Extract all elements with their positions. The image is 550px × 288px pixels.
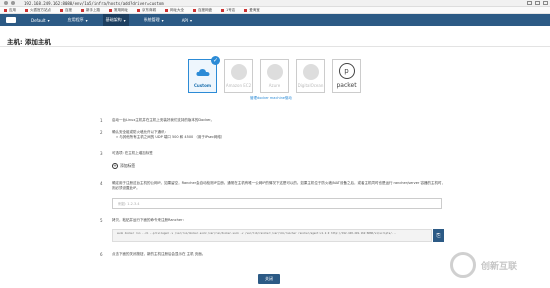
bookmark-item[interactable]: 新手上路 bbox=[81, 8, 100, 13]
forward-icon[interactable] bbox=[11, 1, 15, 5]
bookmark-favicon-icon bbox=[60, 8, 63, 12]
close-window-icon[interactable] bbox=[543, 1, 548, 5]
step-2: 2 确认安全组或防火墙允许以下通讯： » 与其他所有主机之间的 UDP 端口 5… bbox=[100, 130, 225, 139]
driver-digitalocean[interactable]: DigitalOcean bbox=[296, 59, 325, 93]
azure-icon bbox=[266, 64, 283, 80]
step-6: 6 点击下面的关闭按钮，新的主机注册后会显示在 主机 页面。 bbox=[100, 252, 206, 257]
bookmark-favicon-icon bbox=[81, 8, 84, 12]
nav-admin[interactable]: 系统管理 ▾ bbox=[141, 14, 167, 26]
digitalocean-icon bbox=[302, 64, 319, 80]
close-button[interactable]: 关闭 bbox=[258, 274, 280, 284]
bookmark-favicon-icon bbox=[165, 8, 168, 12]
bookmark-item[interactable]: 京东商城 bbox=[137, 8, 156, 13]
manage-drivers-link[interactable]: 管理docker machine驱动 bbox=[250, 96, 292, 101]
page-title: 主机: 添加主机 bbox=[7, 38, 51, 46]
step-3: 3 可选项: 在主机上增加标签 bbox=[100, 151, 153, 156]
bookmark-item[interactable]: 常用网址 bbox=[109, 8, 128, 13]
rancher-logo-icon[interactable] bbox=[6, 17, 16, 23]
driver-custom[interactable]: ✓ Custom bbox=[188, 56, 220, 93]
page-header: 主机: 添加主机 bbox=[0, 26, 550, 47]
watermark: 创新互联 bbox=[450, 252, 517, 278]
bookmark-favicon-icon bbox=[109, 8, 112, 12]
chevron-down-icon: ▾ bbox=[47, 17, 50, 23]
watermark-logo-icon bbox=[450, 252, 476, 278]
aws-icon bbox=[230, 64, 247, 80]
plus-icon: + bbox=[112, 163, 118, 169]
chevron-down-icon: ▾ bbox=[161, 17, 164, 23]
bookmark-favicon-icon bbox=[193, 8, 196, 12]
chevron-down-icon: ▾ bbox=[85, 17, 88, 23]
bookmark-item[interactable]: 百度网盘 bbox=[193, 8, 212, 13]
bookmark-favicon-icon bbox=[221, 8, 224, 12]
public-ip-input[interactable]: 例如: 1.2.3.4 bbox=[112, 198, 442, 209]
nav-infra[interactable]: 基础架构 ▾ bbox=[102, 14, 129, 26]
driver-azure[interactable]: Azure bbox=[260, 59, 289, 93]
packet-icon: p bbox=[338, 63, 355, 79]
step-4: 4 确定用于注册这台主机的公网IP。如果留空，Rancher会自动检测IP注册。… bbox=[100, 181, 445, 190]
copy-icon: ⎘ bbox=[436, 232, 441, 239]
driver-amazon-ec2[interactable]: Amazon EC2 bbox=[224, 59, 253, 93]
chevron-down-icon: ▾ bbox=[190, 17, 193, 23]
back-icon[interactable] bbox=[4, 1, 8, 5]
url-bar[interactable]: 192.168.249.162:8080/env/1a5/infra/hosts… bbox=[24, 1, 164, 6]
bookmark-item[interactable]: 百度 bbox=[60, 8, 72, 13]
bookmarks-bar: 应用 火狐官方站点 百度 新手上路 常用网址 京东商城 网址大全 百度网盘 1号… bbox=[0, 7, 550, 14]
bookmark-item[interactable]: 应用 bbox=[4, 8, 16, 13]
bookmark-favicon-icon bbox=[25, 8, 28, 12]
window-controls bbox=[527, 1, 548, 5]
driver-picker: ✓ Custom Amazon EC2 Azure DigitalOcean p… bbox=[188, 56, 361, 93]
bookmark-item[interactable]: 火狐官方站点 bbox=[25, 8, 51, 13]
minimize-icon[interactable] bbox=[527, 1, 532, 5]
driver-packet[interactable]: p packet bbox=[332, 59, 361, 93]
checkmark-icon: ✓ bbox=[211, 56, 220, 65]
env-switcher[interactable]: Default ▾ bbox=[28, 14, 53, 26]
nav-api[interactable]: API ▾ bbox=[179, 14, 195, 26]
top-navigation: Default ▾ 应用程序 ▾ 基础架构 ▾ 系统管理 ▾ API ▾ bbox=[0, 14, 550, 26]
step-1: 1 启动一台Linux主机并在主机上安装好我们支持的版本的Docker。 bbox=[100, 118, 215, 123]
copy-button[interactable]: ⎘ bbox=[433, 229, 444, 242]
nav-apps[interactable]: 应用程序 ▾ bbox=[65, 14, 91, 26]
bookmark-item[interactable]: 网址大全 bbox=[165, 8, 184, 13]
chevron-down-icon: ▾ bbox=[123, 17, 126, 23]
maximize-icon[interactable] bbox=[535, 1, 540, 5]
bookmark-favicon-icon bbox=[137, 8, 140, 12]
register-command[interactable]: sudo docker run --rm --privileged -v /va… bbox=[112, 229, 432, 242]
bookmark-item[interactable]: 1号店 bbox=[221, 8, 235, 13]
cloud-icon bbox=[195, 64, 211, 80]
bookmark-favicon-icon bbox=[244, 8, 248, 12]
browser-chrome: 192.168.249.162:8080/env/1a5/infra/hosts… bbox=[0, 0, 550, 7]
bookmark-item[interactable]: 爱淘宝 bbox=[244, 8, 260, 13]
bookmark-favicon-icon bbox=[4, 8, 7, 12]
step-5: 5 拷贝，粘贴并运行下面的命令来注册Rancher： bbox=[100, 218, 186, 223]
add-label-button[interactable]: + 添加标签 bbox=[112, 163, 135, 169]
